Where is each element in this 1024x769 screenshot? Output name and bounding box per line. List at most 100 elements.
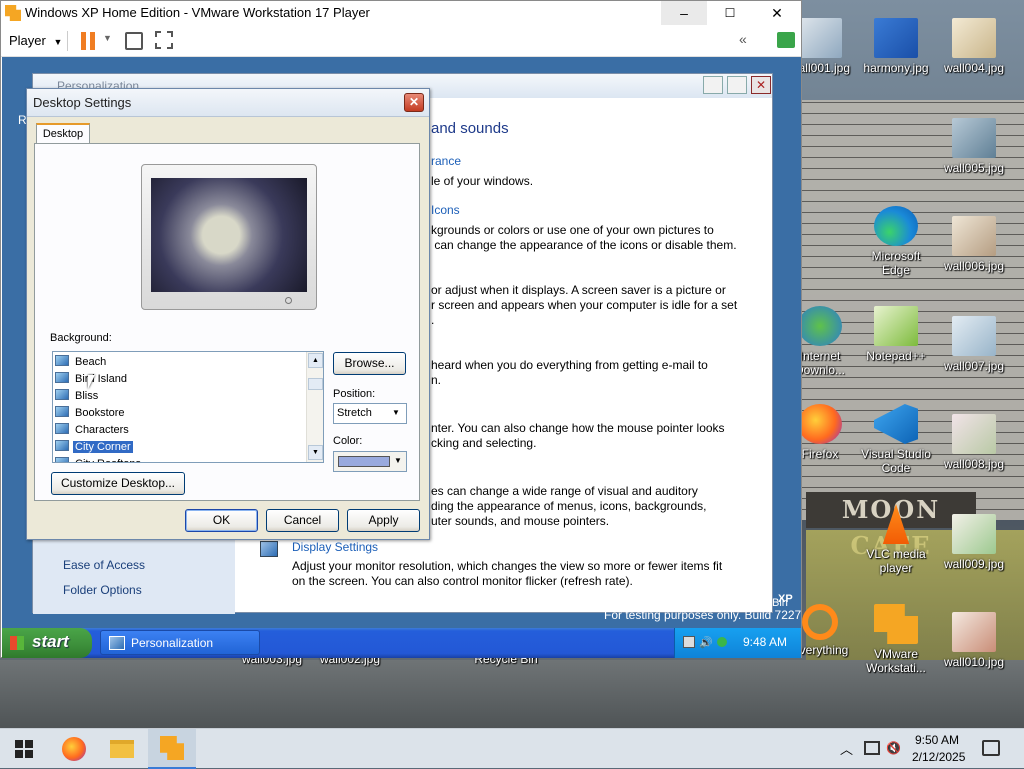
background-listbox[interactable]: Beach Bird Island Bliss Bookstore Characters… bbox=[52, 351, 324, 463]
personalization-icon bbox=[109, 636, 125, 650]
xp-watermark: XP bbox=[778, 593, 793, 605]
minimize-button[interactable] bbox=[703, 76, 723, 94]
browse-button[interactable]: Browse... bbox=[333, 352, 406, 375]
dialog-title-bar[interactable]: Desktop Settings ✕ bbox=[27, 89, 429, 117]
background-list-item-label: Bird Island bbox=[75, 373, 127, 385]
guest-screen[interactable]: R Personalization ✕ and sounds rance le … bbox=[2, 57, 801, 658]
apply-button[interactable]: Apply bbox=[347, 509, 420, 532]
taskbar-button-label: Personalization bbox=[131, 636, 214, 650]
desktop-icon-wall005[interactable]: wall005.jpg bbox=[936, 118, 1012, 175]
taskbar-button-personalization[interactable]: Personalization bbox=[100, 630, 260, 655]
desktop-icon-label: Notepad++ bbox=[866, 349, 926, 363]
minimize-button[interactable]: – bbox=[661, 1, 707, 25]
background-list-item-label: Bookstore bbox=[75, 407, 125, 419]
vmware-title-bar[interactable]: Windows XP Home Edition - VMware Worksta… bbox=[1, 1, 801, 25]
background-list-item[interactable]: Bookstore bbox=[55, 405, 127, 422]
display-settings-link[interactable]: Display Settings bbox=[292, 540, 378, 554]
desktop-icon-visual-studio-code[interactable]: Visual Studio Code bbox=[858, 404, 934, 475]
send-ctrl-alt-del-icon[interactable] bbox=[125, 32, 143, 50]
left-link-ease-of-access[interactable]: Ease of Access bbox=[63, 558, 145, 572]
desktop-icon-wall008[interactable]: wall008.jpg bbox=[936, 414, 1012, 471]
ok-button[interactable]: OK bbox=[185, 509, 258, 532]
desktop-icon-wall009[interactable]: wall009.jpg bbox=[936, 514, 1012, 571]
background-list-item[interactable]: City Rooftops bbox=[55, 456, 143, 462]
idm-icon bbox=[798, 306, 842, 346]
taskbar-firefox[interactable] bbox=[50, 729, 98, 769]
image-file-icon bbox=[874, 18, 918, 58]
scroll-down-arrow[interactable]: ▼ bbox=[308, 445, 323, 460]
host-clock-time[interactable]: 9:50 AM bbox=[915, 733, 959, 747]
vlc-cone-icon bbox=[882, 504, 910, 544]
windows-start-button[interactable] bbox=[0, 729, 48, 769]
desktop-settings-dialog: Desktop Settings ✕ Desktop Background: B… bbox=[26, 88, 430, 540]
image-file-icon bbox=[952, 514, 996, 554]
close-button[interactable]: ✕ bbox=[753, 1, 801, 25]
desktop-icon-wall004[interactable]: wall004.jpg bbox=[936, 18, 1012, 75]
listbox-scrollbar[interactable]: ▲ ▼ bbox=[306, 352, 323, 462]
desktop-icon-notepad-plus-plus[interactable]: Notepad++ bbox=[858, 306, 934, 363]
tray-overflow-chevron-up-icon[interactable]: ︿ bbox=[840, 739, 853, 758]
taskbar-vmware[interactable] bbox=[148, 729, 196, 769]
image-file-icon bbox=[952, 612, 996, 652]
maximize-button[interactable] bbox=[727, 76, 747, 94]
pause-dropdown-icon[interactable]: ▼ bbox=[103, 33, 112, 43]
network-status-icon[interactable] bbox=[864, 741, 880, 755]
notification-center-icon[interactable] bbox=[982, 740, 1000, 756]
scroll-thumb[interactable] bbox=[308, 378, 323, 390]
message-log-icon[interactable] bbox=[777, 32, 795, 48]
tab-desktop[interactable]: Desktop bbox=[36, 123, 90, 144]
color-swatch bbox=[338, 456, 390, 467]
image-file-icon bbox=[952, 414, 996, 454]
network-icon[interactable] bbox=[683, 636, 695, 648]
volume-muted-icon[interactable]: 🔇 bbox=[886, 741, 901, 755]
desktop-icon-wall007[interactable]: wall007.jpg bbox=[936, 316, 1012, 373]
section-link[interactable]: Icons bbox=[431, 203, 460, 217]
volume-icon[interactable]: 🔊 bbox=[699, 636, 713, 649]
scroll-up-arrow[interactable]: ▲ bbox=[308, 353, 323, 368]
desktop-icon-label: wall006.jpg bbox=[943, 259, 1005, 273]
toolbar-separator bbox=[67, 31, 68, 51]
build-watermark: For testing purposes only. Build 7227 bbox=[604, 608, 801, 622]
background-list-item[interactable]: Characters bbox=[55, 422, 131, 439]
desktop-icon-vmware-workstation[interactable]: VMware Workstati... bbox=[858, 604, 934, 675]
desktop-icon-label: Visual Studio Code bbox=[861, 447, 931, 475]
chevron-down-icon: ▼ bbox=[53, 37, 63, 47]
desktop-icon-vlc[interactable]: VLC media player bbox=[858, 504, 934, 575]
desktop-icon-wall010[interactable]: wall010.jpg bbox=[936, 612, 1012, 669]
left-link-folder-options[interactable]: Folder Options bbox=[63, 583, 142, 597]
guest-clock: 9:48 AM bbox=[743, 635, 788, 649]
desktop-icon-harmony[interactable]: harmony.jpg bbox=[858, 18, 934, 75]
background-list-item[interactable]: Bliss bbox=[55, 388, 100, 405]
background-list-item-label: Bliss bbox=[75, 390, 99, 402]
cancel-button[interactable]: Cancel bbox=[266, 509, 339, 532]
desktop-icon-wall006[interactable]: wall006.jpg bbox=[936, 216, 1012, 273]
close-button[interactable]: ✕ bbox=[404, 93, 424, 112]
position-value: Stretch bbox=[337, 407, 372, 419]
player-menu[interactable]: Player ▼ bbox=[9, 33, 62, 48]
desktop-icon-microsoft-edge[interactable]: Microsoft Edge bbox=[858, 206, 934, 277]
host-clock-date[interactable]: 2/12/2025 bbox=[912, 750, 965, 764]
customize-desktop-button[interactable]: Customize Desktop... bbox=[51, 472, 185, 495]
desktop-icon-label: VMware Workstati... bbox=[866, 647, 926, 675]
start-button[interactable]: start bbox=[2, 628, 92, 658]
monitor-preview bbox=[141, 164, 317, 310]
image-file-icon bbox=[952, 118, 996, 158]
background-list-item[interactable]: Beach bbox=[55, 354, 108, 371]
desktop-icon-label: wall004.jpg bbox=[943, 61, 1005, 75]
taskbar-file-explorer[interactable] bbox=[98, 729, 146, 769]
section-link[interactable]: rance bbox=[431, 154, 461, 168]
desktop-icon-label: wall009.jpg bbox=[943, 557, 1005, 571]
position-select[interactable]: Stretch ▼ bbox=[333, 403, 407, 424]
background-list-item[interactable]: City Corner bbox=[55, 439, 133, 456]
security-icon[interactable] bbox=[717, 637, 727, 647]
collapse-icon[interactable]: « bbox=[739, 31, 747, 47]
maximize-button[interactable]: ☐ bbox=[707, 1, 753, 25]
color-picker-button[interactable]: ▼ bbox=[333, 451, 407, 472]
fullscreen-icon[interactable] bbox=[155, 31, 173, 49]
windows-flag-icon bbox=[10, 636, 24, 650]
pause-icon[interactable] bbox=[81, 32, 95, 50]
desktop-icon-label: Microsoft Edge bbox=[871, 249, 921, 277]
background-list-item-label: City Corner bbox=[73, 441, 133, 453]
desktop-icon-label: wall010.jpg bbox=[943, 655, 1005, 669]
close-button[interactable]: ✕ bbox=[751, 76, 771, 94]
